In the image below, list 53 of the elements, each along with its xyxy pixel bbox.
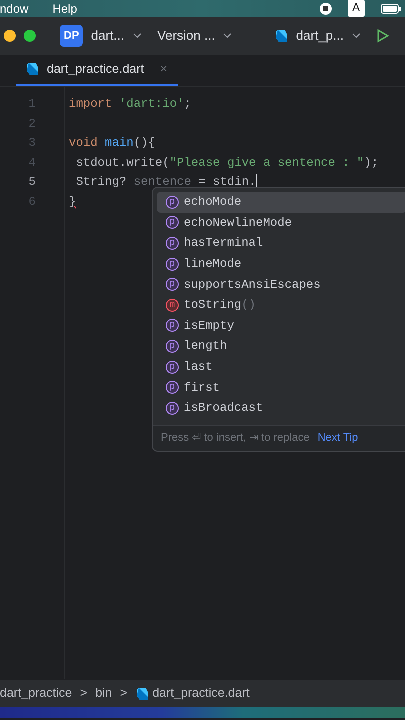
completion-item[interactable]: p hasTerminal: [157, 233, 405, 254]
code-line: stdout.write("Please give a sentence : ");: [75, 156, 379, 170]
completion-item[interactable]: p echoNewlineMode: [157, 212, 405, 234]
property-icon: p: [166, 319, 179, 332]
dart-logo-icon: [275, 29, 288, 43]
chevron-down-icon: [132, 33, 142, 39]
property-icon: p: [166, 216, 179, 230]
completion-item[interactable]: p isEmpty: [157, 316, 405, 336]
menu-item[interactable]: ndow: [0, 0, 29, 18]
completion-item[interactable]: m toString(): [157, 294, 405, 316]
completion-item[interactable]: p last: [157, 356, 405, 378]
breadcrumb-item[interactable]: dart_practice: [0, 684, 72, 703]
dart-logo-icon: [136, 686, 149, 700]
code-line: import 'dart:io';: [69, 97, 192, 111]
property-icon: p: [166, 381, 179, 394]
property-icon: p: [166, 236, 179, 250]
property-icon: p: [166, 196, 179, 209]
completion-item[interactable]: p supportsAnsiEscapes: [157, 274, 405, 295]
minimize-button[interactable]: [4, 30, 16, 42]
chevron-down-icon: [352, 33, 361, 39]
method-icon: m: [166, 298, 179, 312]
breadcrumb-separator: >: [80, 685, 88, 702]
property-icon: p: [166, 360, 179, 374]
breadcrumb-item[interactable]: bin: [96, 684, 112, 703]
menu-item[interactable]: Help: [52, 0, 78, 18]
breadcrumb-separator: >: [120, 685, 128, 702]
completion-item[interactable]: p length: [157, 336, 405, 357]
dart-logo-icon: [26, 62, 39, 76]
vcs-selector[interactable]: Version ...: [158, 26, 232, 46]
battery-icon[interactable]: [381, 4, 401, 14]
completion-item[interactable]: p lineMode: [157, 254, 405, 274]
input-source-indicator[interactable]: A: [348, 0, 365, 17]
run-configuration-selector[interactable]: dart_p...: [275, 26, 361, 46]
project-selector[interactable]: DP dart...: [60, 24, 142, 48]
code-line: }: [69, 194, 76, 208]
zoom-button[interactable]: [24, 30, 36, 42]
run-icon[interactable]: [377, 29, 389, 43]
file-tab[interactable]: dart_practice.dart ×: [16, 54, 178, 86]
breadcrumb-item[interactable]: dart_practice.dart: [136, 684, 250, 703]
completion-hint: Press ⏎ to insert, ⇥ to replace: [161, 430, 310, 446]
chevron-down-icon: [223, 33, 232, 39]
code-line: String? sentence = stdin.: [75, 175, 256, 189]
line-number: 5: [28, 174, 37, 191]
record-icon[interactable]: [320, 3, 332, 16]
property-icon: p: [166, 402, 179, 415]
next-tip-link[interactable]: Next Tip: [318, 430, 358, 446]
completion-item[interactable]: p echoMode: [157, 192, 405, 213]
code-line: void main(){: [69, 136, 156, 150]
property-icon: p: [166, 258, 179, 271]
property-icon: p: [166, 278, 179, 292]
completion-item[interactable]: p isBroadcast: [157, 398, 405, 419]
completion-item[interactable]: p first: [157, 377, 405, 398]
property-icon: p: [166, 340, 179, 353]
